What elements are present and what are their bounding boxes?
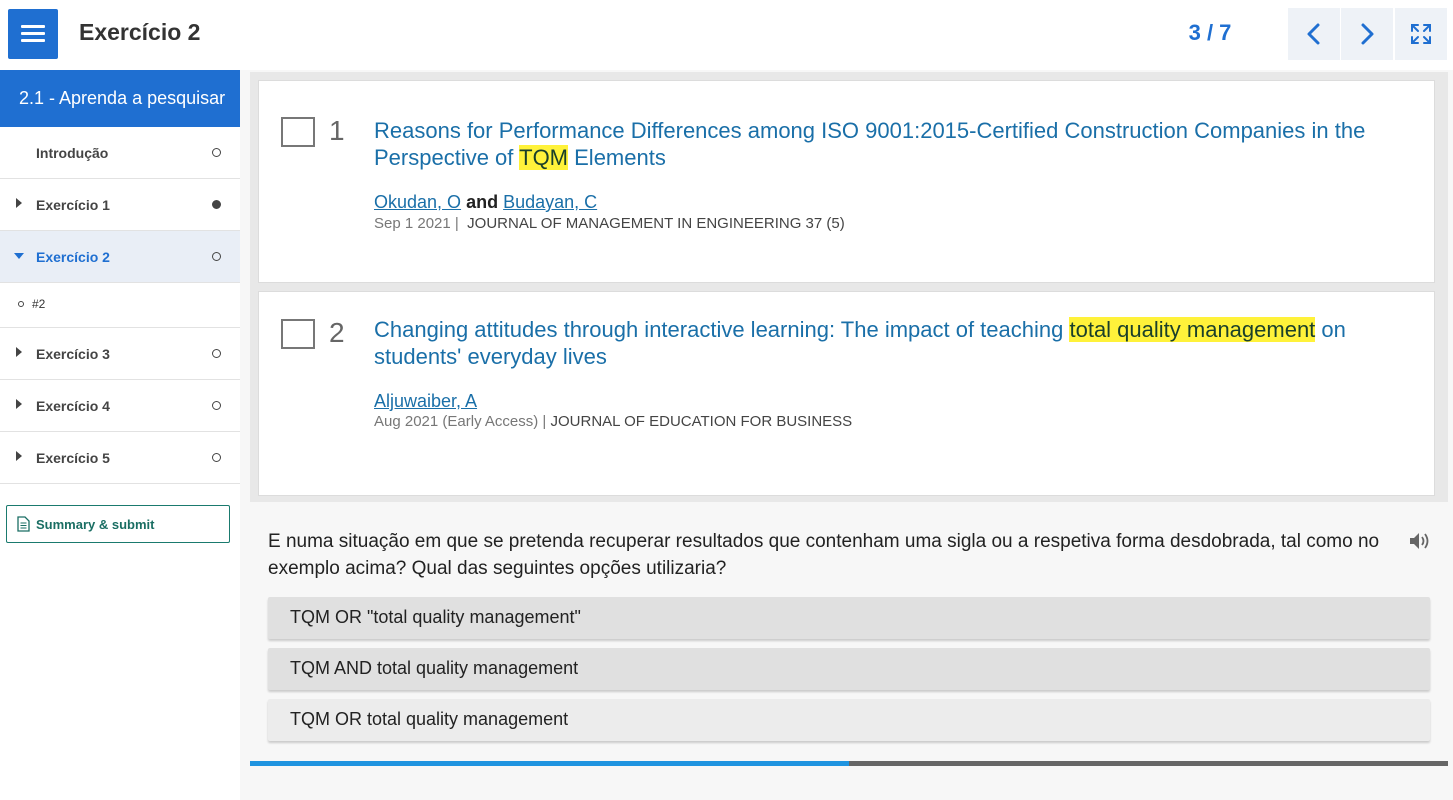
result-journal: JOURNAL OF MANAGEMENT IN ENGINEERING 37 … [467, 215, 845, 232]
fullscreen-button[interactable] [1395, 8, 1447, 60]
sidebar-item-exercicio-3[interactable]: Exercício 3 [0, 328, 240, 380]
summary-submit-label: Summary & submit [36, 516, 155, 532]
caret-down-icon [14, 253, 24, 259]
sidebar-item-label: Exercício 2 [36, 249, 110, 265]
main-content: 1 Reasons for Performance Differences am… [240, 70, 1453, 800]
sidebar-subitem-2[interactable]: #2 [0, 282, 240, 328]
result-authors: Okudan, O and Budayan, C [374, 192, 597, 213]
page-counter: 3 / 7 [1188, 20, 1232, 45]
result-date: Sep 1 2021 | [374, 215, 459, 232]
search-results-image: 1 Reasons for Performance Differences am… [250, 72, 1448, 502]
sidebar-item-exercicio-4[interactable]: Exercício 4 [0, 380, 240, 432]
sidebar-item-exercicio-5[interactable]: Exercício 5 [0, 432, 240, 484]
sidebar-subitem-label: #2 [32, 297, 46, 311]
search-result-1: 1 Reasons for Performance Differences am… [258, 80, 1435, 283]
sidebar-item-label: Exercício 5 [36, 450, 110, 466]
status-empty-circle-icon [212, 148, 221, 157]
author-link: Budayan, C [503, 192, 598, 212]
status-empty-circle-icon [212, 401, 221, 410]
result-meta: Sep 1 2021 | JOURNAL OF MANAGEMENT IN EN… [374, 215, 845, 232]
result-checkbox [281, 117, 315, 147]
summary-submit-button[interactable]: Summary & submit [6, 505, 230, 543]
answer-option-2[interactable]: TQM AND total quality management [268, 648, 1430, 690]
chevron-right-icon [1361, 23, 1374, 45]
top-bar: Exercício 2 3 / 7 [0, 0, 1453, 68]
question-text: E numa situação em que se pretenda recup… [268, 531, 1380, 579]
search-result-2: 2 Changing attitudes through interactive… [258, 291, 1435, 496]
result-meta: Aug 2021 (Early Access) | JOURNAL OF EDU… [374, 413, 852, 430]
next-button[interactable] [1341, 8, 1393, 60]
answer-option-label: TQM OR total quality management [290, 709, 569, 729]
result-number: 2 [329, 317, 345, 348]
hamburger-menu-icon [21, 25, 45, 43]
answer-option-label: TQM AND total quality management [290, 658, 579, 678]
chevron-left-icon [1307, 23, 1320, 45]
caret-right-icon [16, 347, 22, 357]
sidebar-item-exercicio-2[interactable]: Exercício 2 [0, 231, 240, 283]
caret-right-icon [16, 451, 22, 461]
hamburger-menu-button[interactable] [8, 9, 58, 59]
status-empty-circle-icon [212, 453, 221, 462]
result-journal: JOURNAL OF EDUCATION FOR BUSINESS [550, 413, 853, 430]
expand-icon [1411, 24, 1431, 44]
sidebar-item-label: Exercício 4 [36, 398, 110, 414]
progress-bar [250, 761, 1448, 766]
caret-right-icon [16, 399, 22, 409]
result-title-text-end: Elements [568, 145, 666, 170]
status-empty-circle-icon [212, 252, 221, 261]
status-empty-circle-icon [212, 349, 221, 358]
author-link: Aljuwaiber, A [374, 391, 478, 411]
result-number: 1 [329, 115, 345, 146]
speaker-icon[interactable] [1408, 530, 1432, 557]
document-icon [17, 516, 30, 532]
result-checkbox [281, 319, 315, 349]
result-authors: Aljuwaiber, A [374, 391, 477, 412]
caret-right-icon [16, 198, 22, 208]
answer-option-label: TQM OR "total quality management" [290, 607, 581, 627]
result-title: Changing attitudes through interactive l… [374, 316, 1404, 370]
result-title-highlight: TQM [519, 145, 569, 170]
status-filled-circle-icon [212, 200, 221, 209]
sidebar-item-label: Exercício 1 [36, 197, 110, 213]
author-joiner: and [466, 192, 499, 212]
sidebar-item-label: Exercício 3 [36, 346, 110, 362]
result-title-highlight: total quality management [1069, 317, 1316, 342]
sidebar-item-label: Introdução [36, 145, 109, 161]
previous-button[interactable] [1288, 8, 1340, 60]
answer-option-1[interactable]: TQM OR "total quality management" [268, 597, 1430, 639]
answer-option-3[interactable]: TQM OR total quality management [268, 699, 1430, 741]
bullet-icon [18, 301, 24, 307]
sidebar-section-title[interactable]: 2.1 - Aprenda a pesquisar [0, 70, 240, 127]
result-title-text: Changing attitudes through interactive l… [374, 317, 1070, 342]
page-title: Exercício 2 [79, 19, 201, 45]
result-title: Reasons for Performance Differences amon… [374, 117, 1404, 171]
sidebar: 2.1 - Aprenda a pesquisar Introdução Exe… [0, 70, 240, 800]
result-date: Aug 2021 (Early Access) | [374, 413, 547, 430]
progress-bar-fill [250, 761, 849, 766]
sidebar-item-exercicio-1[interactable]: Exercício 1 [0, 179, 240, 231]
sidebar-item-introducao[interactable]: Introdução [0, 127, 240, 179]
author-link: Okudan, O [374, 192, 462, 212]
